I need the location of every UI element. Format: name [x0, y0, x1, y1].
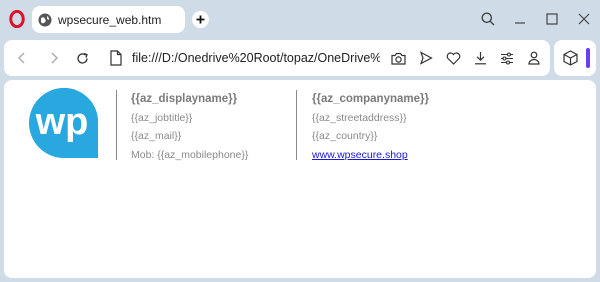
- reload-button[interactable]: [74, 50, 90, 66]
- new-tab-button[interactable]: [192, 11, 209, 28]
- snapshot-button[interactable]: [390, 50, 406, 66]
- heart-icon: [446, 51, 460, 65]
- camera-icon: [390, 52, 406, 65]
- website-link[interactable]: www.wpsecure.shop: [312, 149, 408, 161]
- opera-logo-icon[interactable]: [9, 10, 25, 28]
- logo-text: wp: [35, 101, 89, 143]
- user-icon: [528, 51, 540, 65]
- chevron-right-icon: [51, 52, 58, 64]
- minimize-icon: [515, 22, 525, 24]
- plus-icon: [196, 15, 205, 24]
- wpsecure-logo: wp: [29, 88, 98, 158]
- divider-left: [116, 90, 117, 160]
- minimize-button[interactable]: [504, 0, 536, 38]
- chevron-left-icon: [18, 52, 25, 64]
- reload-icon: [76, 52, 88, 64]
- favorite-button[interactable]: [445, 50, 461, 66]
- street-address: {{az_streetaddress}}: [312, 111, 407, 124]
- download-button[interactable]: [472, 50, 488, 66]
- profile-button[interactable]: [526, 50, 542, 66]
- search-tabs-button[interactable]: [472, 0, 504, 38]
- search-icon: [481, 12, 495, 26]
- extensions-panel: [554, 40, 596, 76]
- tab-title: wpsecure_web.htm: [58, 12, 162, 27]
- address-toolbar: file:///D:/Onedrive%20Root/topaz/OneDriv…: [4, 40, 550, 76]
- job-title: {{az_jobtitle}}: [131, 111, 193, 124]
- send-icon: [419, 51, 433, 65]
- country: {{az_country}}: [312, 130, 378, 142]
- sidebar-accent-bar[interactable]: [586, 48, 590, 68]
- page-content: wp {{az_displayname}} {{az_jobtitle}} {{…: [4, 80, 596, 278]
- mobile-phone: Mob: {{az_mobilephone}}: [131, 148, 249, 161]
- send-button[interactable]: [418, 50, 434, 66]
- close-button[interactable]: [568, 0, 600, 38]
- url-field[interactable]: file:///D:/Onedrive%20Root/topaz/OneDriv…: [132, 51, 380, 65]
- close-icon: [578, 13, 590, 25]
- tab-strip: wpsecure_web.htm: [0, 0, 600, 38]
- settings-sliders-icon: [501, 51, 513, 65]
- cube-icon[interactable]: [563, 50, 578, 66]
- download-icon: [474, 52, 486, 65]
- forward-button[interactable]: [46, 50, 62, 66]
- mail: {{az_mail}}: [131, 130, 182, 142]
- globe-icon: [38, 13, 52, 26]
- signature-personal: {{az_displayname}} {{az_jobtitle}} {{az_…: [131, 90, 248, 164]
- divider-right: [296, 90, 297, 160]
- file-icon: [110, 50, 122, 66]
- signature-company: {{az_companyname}} {{az_streetaddress}} …: [312, 90, 429, 164]
- company-name: {{az_companyname}}: [312, 93, 429, 105]
- window-controls: [472, 0, 600, 38]
- maximize-button[interactable]: [536, 0, 568, 38]
- display-name: {{az_displayname}}: [131, 93, 238, 105]
- maximize-icon: [546, 13, 558, 25]
- easy-setup-button[interactable]: [499, 50, 515, 66]
- tab-active[interactable]: wpsecure_web.htm: [32, 6, 185, 33]
- back-button[interactable]: [14, 50, 30, 66]
